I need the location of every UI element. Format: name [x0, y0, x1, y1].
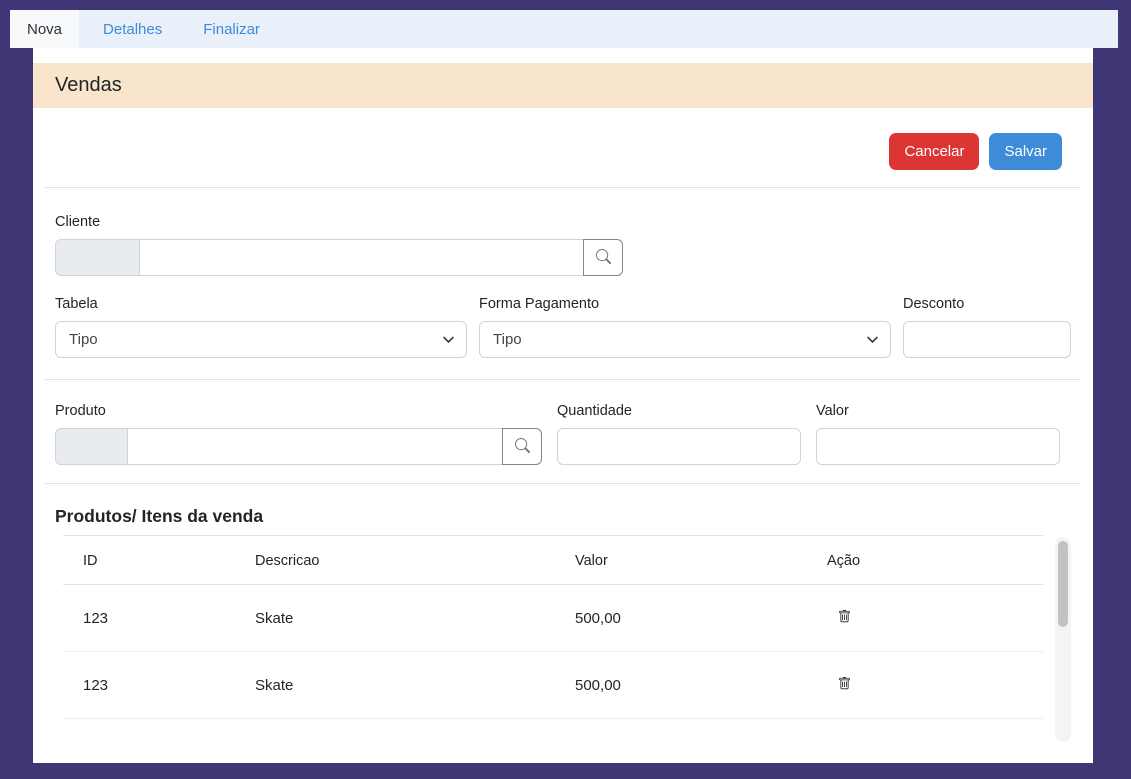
- quantidade-label: Quantidade: [557, 403, 801, 419]
- table-scrollbar[interactable]: [1055, 537, 1071, 742]
- valor-label: Valor: [816, 403, 1060, 419]
- page-title: Vendas: [55, 74, 122, 97]
- quantidade-group: Quantidade: [557, 403, 801, 465]
- items-table-viewport: ID Descricao Valor Ação 123 Skate 500,00: [63, 535, 1043, 743]
- cliente-code-field[interactable]: [55, 239, 140, 276]
- valor-group: Valor: [816, 403, 1060, 465]
- table-header-row: ID Descricao Valor Ação: [63, 536, 1043, 585]
- cliente-search-button[interactable]: [583, 239, 623, 276]
- cliente-group: Cliente: [55, 214, 1071, 276]
- page-header: Vendas: [33, 63, 1093, 108]
- produto-input-group: [55, 428, 542, 465]
- delete-item-button[interactable]: [835, 606, 854, 630]
- save-button[interactable]: Salvar: [989, 133, 1062, 170]
- table-row: 123 Skate 500,00: [63, 652, 1043, 719]
- forma-pagamento-select[interactable]: Tipo: [479, 321, 891, 358]
- delete-item-button[interactable]: [835, 740, 854, 743]
- produto-group: Produto: [55, 403, 542, 465]
- desconto-group: Desconto: [903, 296, 1071, 358]
- items-table-region: ID Descricao Valor Ação 123 Skate 500,00: [55, 535, 1071, 743]
- col-descricao: Descricao: [235, 536, 555, 585]
- divider: [45, 483, 1081, 484]
- cell-acao: [807, 652, 1043, 719]
- cell-acao: [807, 719, 1043, 744]
- cliente-label: Cliente: [55, 214, 1071, 230]
- delete-item-button[interactable]: [835, 673, 854, 697]
- produto-search-button[interactable]: [502, 428, 542, 465]
- table-row: 123 Skate 500,00: [63, 719, 1043, 744]
- cliente-name-field[interactable]: [139, 239, 584, 276]
- search-icon: [596, 249, 611, 267]
- tab-bar: Nova Detalhes Finalizar: [10, 10, 1118, 48]
- tabela-select[interactable]: Tipo: [55, 321, 467, 358]
- tabela-label: Tabela: [55, 296, 467, 312]
- desconto-label: Desconto: [903, 296, 1071, 312]
- items-section-title: Produtos/ Itens da venda: [55, 506, 1071, 527]
- cancel-button[interactable]: Cancelar: [889, 133, 979, 170]
- table-row: 123 Skate 500,00: [63, 585, 1043, 652]
- cell-descricao: Skate: [235, 719, 555, 744]
- cell-id: 123: [63, 585, 235, 652]
- tab-detalhes[interactable]: Detalhes: [86, 10, 179, 48]
- valor-field[interactable]: [816, 428, 1060, 465]
- cell-descricao: Skate: [235, 585, 555, 652]
- forma-pagamento-group: Forma Pagamento Tipo: [479, 296, 891, 358]
- tab-nova[interactable]: Nova: [10, 10, 79, 48]
- items-table: ID Descricao Valor Ação 123 Skate 500,00: [63, 536, 1043, 743]
- divider: [45, 187, 1081, 188]
- cell-valor: 500,00: [555, 652, 807, 719]
- tab-finalizar[interactable]: Finalizar: [186, 10, 277, 48]
- produto-label: Produto: [55, 403, 542, 419]
- trash-icon: [838, 609, 851, 627]
- produto-name-field[interactable]: [127, 428, 503, 465]
- cliente-input-group: [55, 239, 623, 276]
- search-icon: [515, 438, 530, 456]
- cell-valor: 500,00: [555, 585, 807, 652]
- desconto-field[interactable]: [903, 321, 1071, 358]
- form-area: Cancelar Salvar Cliente Tabela: [33, 133, 1093, 743]
- action-button-row: Cancelar Salvar: [55, 133, 1071, 170]
- col-id: ID: [63, 536, 235, 585]
- cell-acao: [807, 585, 1043, 652]
- cell-descricao: Skate: [235, 652, 555, 719]
- quantidade-field[interactable]: [557, 428, 801, 465]
- col-acao: Ação: [807, 536, 1043, 585]
- payment-row: Tabela Tipo Forma Pagamento Tipo: [55, 296, 1071, 358]
- col-valor: Valor: [555, 536, 807, 585]
- forma-pagamento-label: Forma Pagamento: [479, 296, 891, 312]
- cell-id: 123: [63, 719, 235, 744]
- product-row: Produto Quantidade Valor: [55, 403, 1071, 465]
- divider: [45, 379, 1081, 380]
- cell-valor: 500,00: [555, 719, 807, 744]
- cell-id: 123: [63, 652, 235, 719]
- content-card: Vendas Cancelar Salvar Cliente: [33, 48, 1093, 763]
- scrollbar-thumb[interactable]: [1058, 541, 1068, 627]
- trash-icon: [838, 676, 851, 694]
- produto-code-field[interactable]: [55, 428, 128, 465]
- tabela-group: Tabela Tipo: [55, 296, 467, 358]
